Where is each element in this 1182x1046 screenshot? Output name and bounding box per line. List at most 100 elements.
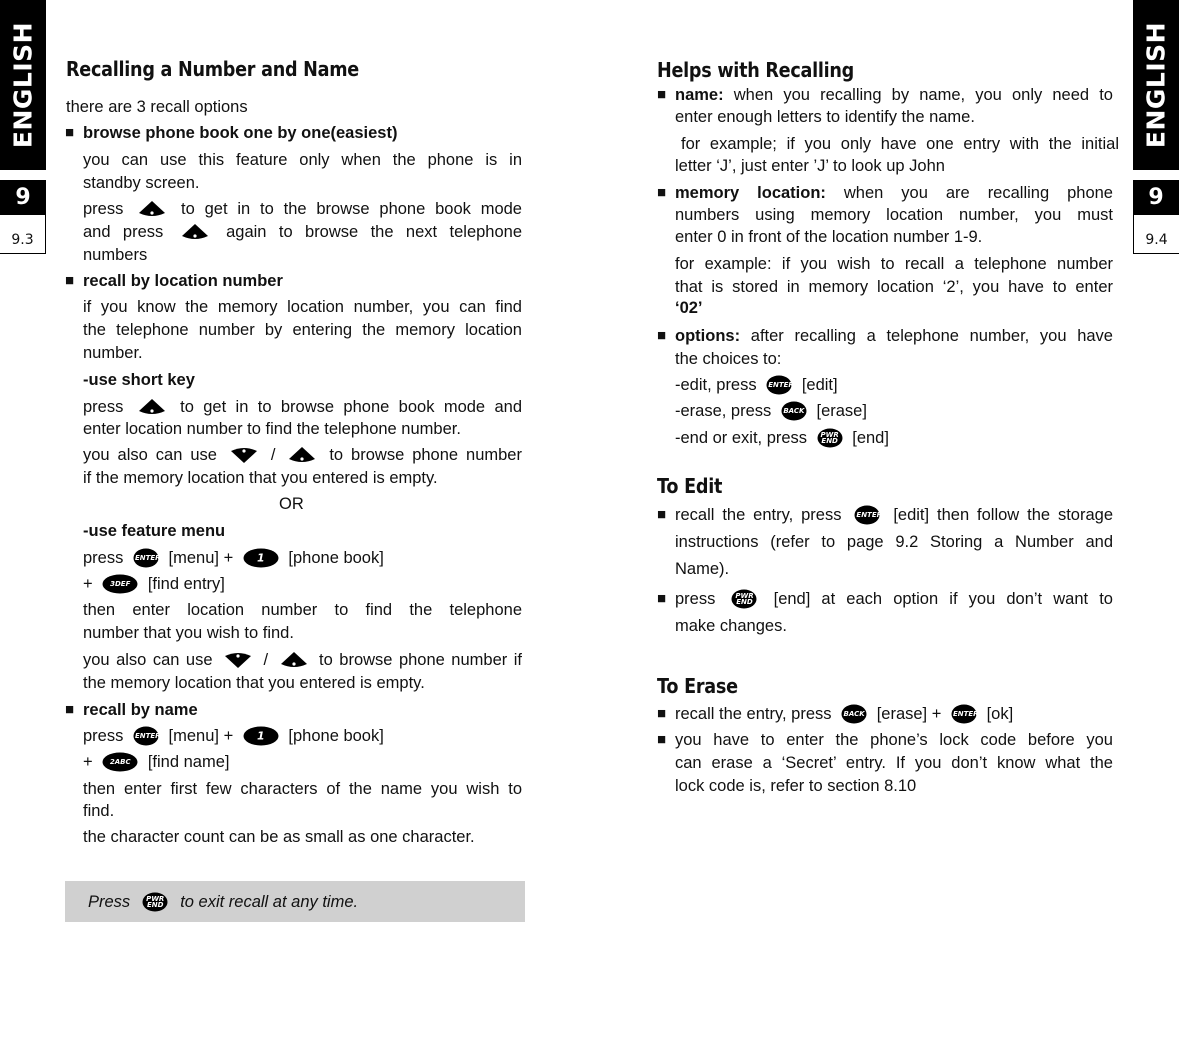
text-run: memory location: <box>675 184 826 202</box>
text-run: for example: if you wish to recall a tel… <box>675 255 1113 273</box>
text-run: browse phone book one by one(easiest) <box>83 124 398 142</box>
text-run: [erase] <box>816 402 867 420</box>
text-line: recall the entry, press BACK [erase] + E… <box>675 704 1013 725</box>
subsection-title-edit: To Edit <box>657 474 723 498</box>
nav-down-key-icon <box>230 446 258 464</box>
text-run: when you recalling by name, you only nee… <box>733 86 1113 104</box>
enter-key-icon: ENTER <box>766 375 794 395</box>
text-run: if the memory location that you entered … <box>83 469 438 487</box>
text-run: -erase, press <box>675 402 772 420</box>
text-run: [erase] + <box>876 705 942 723</box>
text-run: -use feature menu <box>83 522 226 540</box>
text-line: -end or exit, press PWR END [end] <box>675 428 889 449</box>
text-run: after recalling a telephone number, you … <box>750 327 1113 345</box>
chapter-tab: 9 <box>0 180 46 215</box>
bullet: ■ <box>657 184 667 201</box>
text-run: number. <box>83 344 143 362</box>
text-line: that is stored in memory location ‘2’, y… <box>675 277 1113 297</box>
text-run: the choices to: <box>675 350 782 368</box>
text-line: + 2ABC [find name] <box>83 752 229 773</box>
text-line: the telephone number by entering the mem… <box>83 320 522 340</box>
bullet: ■ <box>657 86 667 103</box>
text-line: you can use this feature only when the p… <box>83 150 522 170</box>
text-run: options: <box>675 327 741 345</box>
text-run: you also can use <box>83 651 213 669</box>
bullet: ■ <box>657 506 667 523</box>
text-line: options: after recalling a telephone num… <box>675 326 1113 346</box>
text-run: [phone book] <box>288 727 384 745</box>
text-line: memory location: when you are recalling … <box>675 183 1113 203</box>
enter-key-icon: ENTER <box>854 505 882 525</box>
language-label: ENGLISH <box>8 21 38 149</box>
nav-up-key-icon <box>288 446 316 464</box>
key-label: 1 <box>256 729 265 743</box>
section-title: Helps with Recalling <box>657 58 855 82</box>
text-run: ‘02’ <box>675 299 703 317</box>
text-run: [find entry] <box>147 575 225 593</box>
bullet: ■ <box>657 705 667 722</box>
text-run: then enter first few characters of the n… <box>83 780 522 798</box>
text-line: then enter first few characters of the n… <box>83 779 522 799</box>
nav-up-key-icon <box>280 651 308 669</box>
text-run: enter enough letters to identify the nam… <box>675 108 975 126</box>
text-run: -end or exit, press <box>675 429 808 447</box>
pwr-end-key-icon: PWR END <box>731 589 757 609</box>
text-run: Press <box>88 893 131 911</box>
text-line: letter ‘J’, just enter ’J’ to look up Jo… <box>675 156 945 176</box>
text-run: can erase a ‘Secret’ entry. If you don’t… <box>675 754 1113 772</box>
text-run: recall by location number <box>83 272 283 290</box>
text-line: OR <box>279 494 304 514</box>
text-run: the memory location that you entered is … <box>83 674 425 692</box>
page-number: 9.3 <box>0 215 46 254</box>
text-run: enter 0 in front of the location number … <box>675 228 983 246</box>
text-line: -use feature menu <box>83 521 225 541</box>
nav-up-key-icon <box>181 223 209 241</box>
text-line: recall by name <box>83 700 198 720</box>
text-run: then enter location number to find the t… <box>83 601 522 619</box>
text-run: numbers using memory location number, yo… <box>675 206 1113 224</box>
bullet: ■ <box>657 731 667 748</box>
text-run: to exit recall at any time. <box>180 893 359 911</box>
pwr-end-key-icon: PWR END <box>142 892 168 912</box>
one-key-icon: 1 <box>243 548 279 568</box>
text-run: press <box>83 549 124 567</box>
key-label: ENTER <box>768 380 794 389</box>
text-line: for example; if you only have one entry … <box>681 134 1119 154</box>
key-label: PWR END <box>146 894 165 909</box>
text-line: browse phone book one by one(easiest) <box>83 123 397 143</box>
text-run: Name). <box>675 560 730 578</box>
enter-key-icon: ENTER <box>133 548 161 568</box>
language-tab: ENGLISH <box>0 0 46 170</box>
key-label: BACK <box>783 406 805 415</box>
text-line: press ENTER [menu] + 1 [phone book] <box>83 548 384 569</box>
text-line: for example: if you wish to recall a tel… <box>675 254 1113 274</box>
text-run: [menu] + <box>168 727 234 745</box>
text-run: for example; if you only have one entry … <box>681 135 1119 153</box>
text-line: the choices to: <box>675 349 781 369</box>
text-run: find. <box>83 802 115 820</box>
back-key-icon: BACK <box>781 401 807 421</box>
text-run: and press <box>83 223 164 241</box>
text-run: + <box>83 575 93 593</box>
text-run: standby screen. <box>83 174 200 192</box>
text-line: -edit, press ENTER [edit] <box>675 375 838 396</box>
text-run: [phone book] <box>288 549 384 567</box>
text-line: you have to enter the phone’s lock code … <box>675 730 1113 750</box>
chapter-tab: 9 <box>1133 180 1179 215</box>
text-run: to browse phone number if <box>319 651 522 669</box>
text-line: make changes. <box>675 616 787 636</box>
text-run: recall the entry, press <box>675 705 832 723</box>
text-run: OR <box>279 495 304 513</box>
two-key-icon: 2ABC <box>102 752 138 772</box>
text-run: [end] <box>852 429 889 447</box>
bullet: ■ <box>657 590 667 607</box>
text-line: ‘02’ <box>675 298 703 318</box>
text-run: [edit] <box>801 376 838 394</box>
text-line: you also can use / to browse phone numbe… <box>83 650 522 670</box>
text-run: [menu] + <box>168 549 234 567</box>
text-line: number. <box>83 343 143 363</box>
enter-key-icon: ENTER <box>133 726 161 746</box>
text-run: that is stored in memory location ‘2’, y… <box>675 278 1113 296</box>
text-line: you also can use / to browse phone numbe… <box>83 445 522 465</box>
text-run: press <box>83 200 124 218</box>
